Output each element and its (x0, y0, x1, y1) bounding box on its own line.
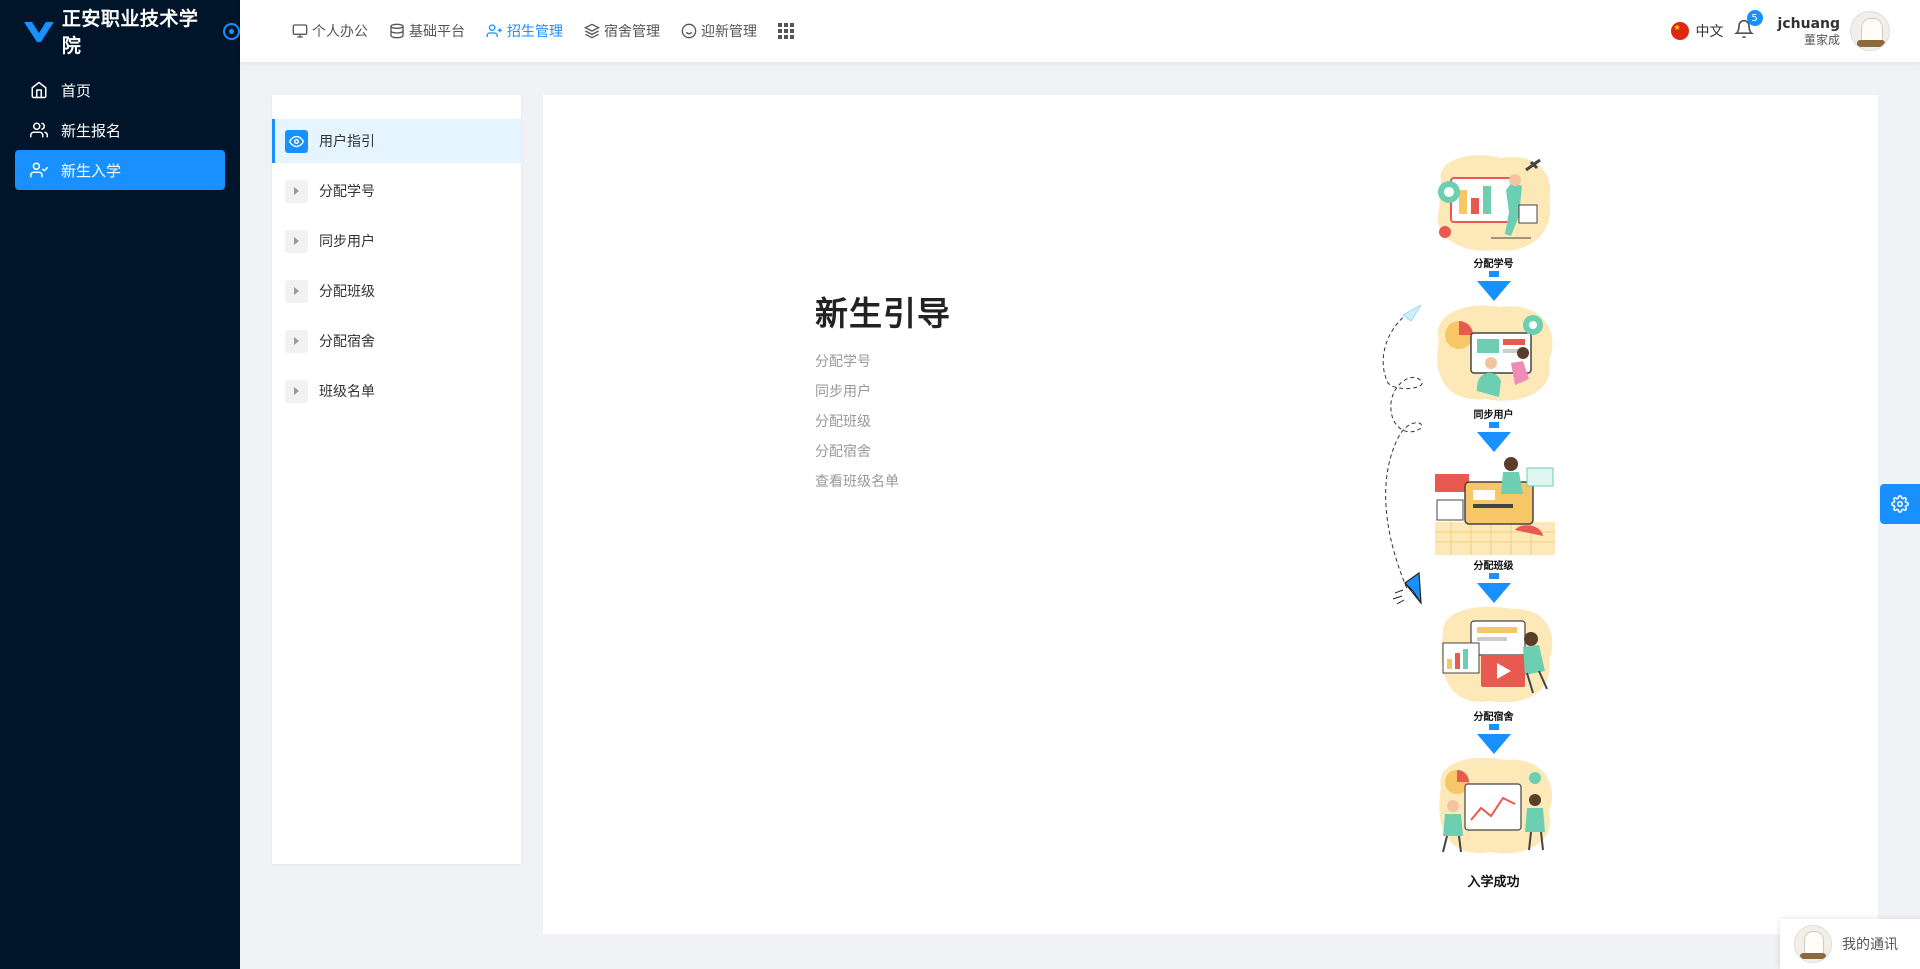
guide-item: 同步用户 (815, 384, 871, 400)
chat-avatar (1794, 925, 1832, 963)
username: jchuang (1777, 15, 1840, 32)
monitor-icon (292, 24, 308, 38)
step-label: 用户指引 (319, 134, 375, 150)
guide-item: 分配宿舍 (815, 444, 871, 460)
flow-step-label: 分配班级 (1473, 561, 1514, 572)
steps-list: 用户指引 分配学号 同步用户 分配班级 分配宿舍 班级名单 (272, 95, 521, 413)
settings-button[interactable] (1880, 484, 1920, 524)
topnav-base-platform[interactable]: 基础平台 (389, 21, 465, 41)
header: 个人办公 基础平台 招生管理 宿舍管理 迎新管理 中文 5 (240, 0, 1920, 62)
topnav-label: 宿舍管理 (604, 24, 660, 40)
down-arrow-icon (1431, 573, 1556, 603)
down-arrow-icon (1431, 271, 1556, 301)
down-arrow-icon (1431, 422, 1556, 452)
eye-icon (285, 129, 308, 153)
step-label: 同步用户 (319, 234, 375, 250)
topnav-label: 招生管理 (507, 24, 563, 40)
user-plus-icon (486, 24, 502, 37)
flow-step-label: 同步用户 (1473, 410, 1514, 421)
user-fullname: 董家成 (1803, 32, 1840, 47)
guide-title: 新生引导 (815, 294, 951, 333)
notification-button[interactable]: 5 (1733, 10, 1763, 43)
flow-step-label: 分配学号 (1473, 259, 1514, 270)
play-icon (285, 229, 308, 253)
steps-panel: 用户指引 分配学号 同步用户 分配班级 分配宿舍 班级名单 (272, 95, 521, 864)
play-icon (285, 179, 308, 203)
step-label: 分配班级 (319, 284, 375, 300)
topnav-personal-office[interactable]: 个人办公 (292, 21, 368, 41)
gear-icon (1891, 495, 1909, 513)
play-icon (285, 279, 308, 303)
step-label: 分配宿舍 (319, 334, 375, 350)
china-flag-icon[interactable] (1670, 22, 1689, 40)
home-icon (31, 81, 47, 99)
flow-step-label: 分配宿舍 (1473, 712, 1514, 723)
step-label: 班级名单 (319, 384, 375, 400)
sidebar-item-label: 新生入学 (61, 161, 122, 180)
step-class-roster[interactable]: 班级名单 (272, 369, 521, 413)
topnav-label: 基础平台 (409, 24, 465, 40)
main-panel: 新生引导 分配学号 同步用户 分配班级 分配宿舍 查看班级名单 分配学号 同步用… (543, 95, 1878, 934)
app-title: 正安职业技术学院 (61, 8, 199, 57)
step-assign-dorm[interactable]: 分配宿舍 (272, 319, 521, 363)
smile-icon (681, 23, 697, 39)
topnav-admissions[interactable]: 招生管理 (486, 21, 563, 41)
chat-label: 我的通讯 (1842, 937, 1898, 953)
enrollment-success-illustration (1439, 757, 1552, 854)
guide-item: 分配学号 (815, 354, 871, 370)
step-label: 分配学号 (319, 184, 375, 200)
header-right: 中文 5 jchuang 董家成 (1670, 0, 1890, 62)
flow-step: 分配学号 (1431, 150, 1556, 301)
step-sync-users[interactable]: 同步用户 (272, 219, 521, 263)
assign-dorm-illustration (1441, 606, 1553, 703)
database-icon (390, 23, 404, 39)
flow-step: 分配宿舍 (1431, 603, 1556, 754)
flow-final-label: 入学成功 (1467, 875, 1520, 890)
assign-id-illustration (1437, 155, 1551, 251)
flow-step: 同步用户 (1431, 301, 1556, 452)
topnav-label: 个人办公 (312, 24, 368, 40)
assign-class-illustration (1435, 457, 1555, 555)
apps-grid-button[interactable] (778, 23, 794, 39)
logo[interactable]: 正安职业技术学院 (0, 0, 240, 62)
sidebar-item-label: 新生报名 (61, 121, 122, 140)
step-assign-class[interactable]: 分配班级 (272, 269, 521, 313)
users-icon (30, 122, 48, 138)
play-icon (285, 329, 308, 353)
sidebar-menu: 首页 新生报名 新生入学 (0, 62, 240, 198)
top-nav: 个人办公 基础平台 招生管理 宿舍管理 迎新管理 (292, 0, 815, 62)
enrollment-flow: 分配学号 同步用户 分配班级 分配宿舍 入学成功 (1431, 150, 1556, 890)
step-user-guide[interactable]: 用户指引 (272, 119, 521, 163)
notification-badge: 5 (1746, 10, 1763, 26)
flow-step-final: 入学成功 (1431, 754, 1556, 890)
topnav-dormitory[interactable]: 宿舍管理 (584, 21, 660, 41)
user-info[interactable]: jchuang 董家成 (1778, 15, 1840, 48)
apps-grid-icon (778, 23, 794, 39)
flow-step: 分配班级 (1431, 452, 1556, 603)
layers-icon (584, 23, 600, 39)
guide-item: 查看班级名单 (815, 474, 899, 490)
logo-icon (23, 22, 54, 42)
collapse-toggle-icon[interactable] (223, 22, 240, 40)
down-arrow-icon (1431, 724, 1556, 754)
sync-users-illustration (1437, 305, 1553, 401)
guide-item: 分配班级 (815, 414, 871, 430)
sidebar-item-label: 首页 (61, 81, 92, 100)
user-check-icon (30, 162, 48, 178)
step-assign-student-id[interactable]: 分配学号 (272, 169, 521, 213)
sidebar-item-new-student-registration[interactable]: 新生报名 (15, 110, 225, 150)
avatar[interactable] (1850, 11, 1890, 51)
guide-list: 分配学号 同步用户 分配班级 分配宿舍 查看班级名单 (815, 347, 899, 497)
topnav-label: 迎新管理 (701, 24, 757, 40)
topnav-welcome[interactable]: 迎新管理 (681, 21, 757, 41)
play-icon (285, 379, 308, 403)
paper-plane-illustration (1382, 304, 1423, 605)
language-switch[interactable]: 中文 (1696, 21, 1724, 41)
chat-bar[interactable]: 我的通讯 (1780, 919, 1920, 969)
sidebar: 正安职业技术学院 首页 新生报名 新生入学 (0, 0, 240, 969)
sidebar-item-home[interactable]: 首页 (15, 70, 225, 110)
sidebar-item-new-student-enrollment[interactable]: 新生入学 (15, 150, 225, 190)
